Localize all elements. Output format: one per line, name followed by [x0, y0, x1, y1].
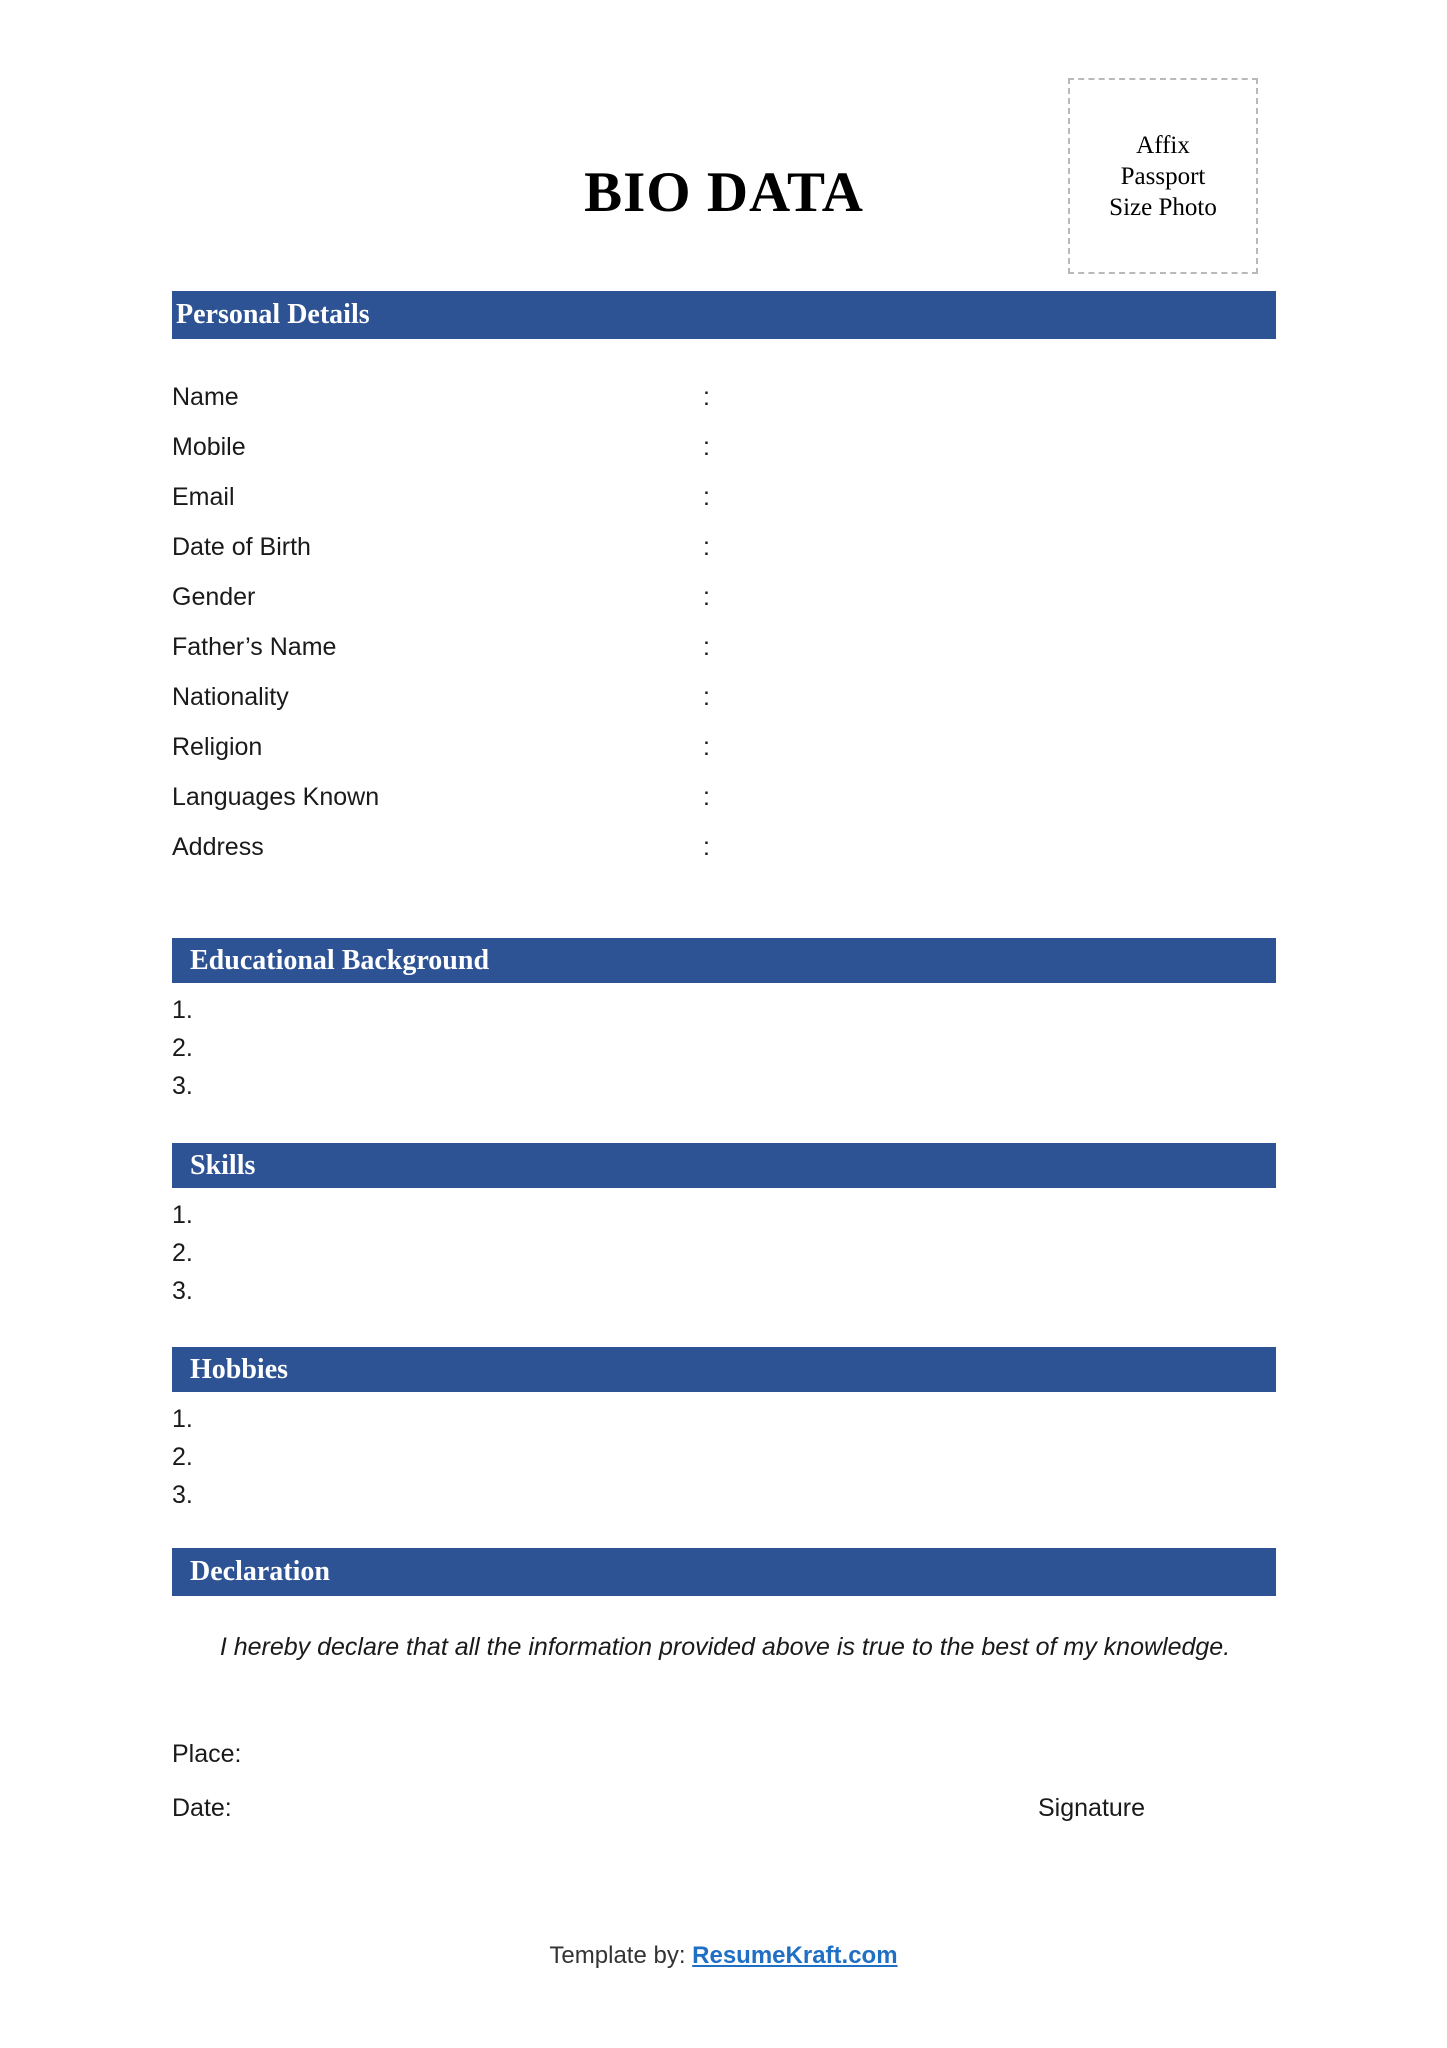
hobbies-list: 1. 2. 3. [172, 1402, 1276, 1516]
photo-line-1: Affix [1136, 131, 1190, 159]
personal-details-field-list: Name : Mobile : Email : Date of Birth : … [172, 380, 1276, 880]
field-label-nationality: Nationality [172, 683, 289, 711]
detail-row-fathers-name: Father’s Name : [172, 630, 1276, 680]
field-label-fathers-name: Father’s Name [172, 633, 337, 661]
photo-line-3: Size Photo [1109, 193, 1217, 221]
field-separator-languages-known: : [703, 783, 710, 811]
list-item[interactable]: 3. [172, 1274, 1276, 1312]
field-separator-nationality: : [703, 683, 710, 711]
list-item-number: 1. [172, 1405, 193, 1433]
field-separator-fathers-name: : [703, 633, 710, 661]
list-item[interactable]: 2. [172, 1031, 1276, 1069]
detail-row-gender: Gender : [172, 580, 1276, 630]
footer-credit: Template by: ResumeKraft.com [0, 1940, 1447, 1972]
signoff-block: Place: Date: Signature [172, 1737, 1276, 1847]
list-item-number: 2. [172, 1034, 193, 1062]
list-item[interactable]: 1. [172, 1198, 1276, 1236]
section-header-hobbies: Hobbies [172, 1347, 1276, 1392]
section-header-skills-label: Skills [190, 1149, 256, 1181]
detail-row-email: Email : [172, 480, 1276, 530]
detail-row-religion: Religion : [172, 730, 1276, 780]
field-separator-religion: : [703, 733, 710, 761]
field-label-date-of-birth: Date of Birth [172, 533, 311, 561]
biodata-page: BIO DATA Affix Passport Size Photo Perso… [0, 0, 1447, 2048]
detail-row-address: Address : [172, 830, 1276, 880]
field-label-religion: Religion [172, 733, 263, 761]
field-label-mobile: Mobile [172, 433, 246, 461]
section-header-hobbies-label: Hobbies [190, 1353, 289, 1385]
field-separator-name: : [703, 383, 710, 411]
list-item[interactable]: 1. [172, 993, 1276, 1031]
section-header-declaration: Declaration [172, 1548, 1276, 1596]
footer-brand-link[interactable]: ResumeKraft.com [692, 1942, 897, 1969]
detail-row-name: Name : [172, 380, 1276, 430]
section-header-personal-details: Personal Details [172, 291, 1276, 339]
declaration-statement: I hereby declare that all the informatio… [219, 1633, 1231, 1661]
educational-background-list: 1. 2. 3. [172, 993, 1276, 1107]
list-item-number: 3. [172, 1072, 193, 1100]
list-item[interactable]: 2. [172, 1440, 1276, 1478]
detail-row-date-of-birth: Date of Birth : [172, 530, 1276, 580]
skills-list: 1. 2. 3. [172, 1198, 1276, 1312]
list-item-number: 3. [172, 1481, 193, 1509]
section-header-declaration-label: Declaration [190, 1556, 330, 1587]
field-separator-gender: : [703, 583, 710, 611]
list-item[interactable]: 1. [172, 1402, 1276, 1440]
list-item[interactable]: 3. [172, 1478, 1276, 1516]
photo-line-2: Passport [1120, 162, 1206, 190]
signature-label[interactable]: Signature [1038, 1791, 1145, 1825]
passport-photo-placeholder[interactable]: Affix Passport Size Photo [1068, 78, 1258, 274]
field-separator-date-of-birth: : [703, 533, 710, 561]
field-separator-address: : [703, 833, 710, 861]
list-item-number: 2. [172, 1239, 193, 1267]
list-item[interactable]: 2. [172, 1236, 1276, 1274]
footer-prefix: Template by: [549, 1942, 693, 1969]
detail-row-languages-known: Languages Known : [172, 780, 1276, 830]
section-header-skills: Skills [172, 1143, 1276, 1188]
section-header-educational-background: Educational Background [172, 938, 1276, 983]
field-label-name: Name [172, 383, 239, 411]
section-header-educational-background-label: Educational Background [190, 944, 490, 976]
detail-row-nationality: Nationality : [172, 680, 1276, 730]
field-label-address: Address [172, 833, 264, 861]
section-header-personal-details-label: Personal Details [176, 299, 370, 330]
place-label[interactable]: Place: [172, 1737, 241, 1771]
field-separator-mobile: : [703, 433, 710, 461]
field-label-email: Email [172, 483, 235, 511]
list-item-number: 1. [172, 996, 193, 1024]
list-item-number: 3. [172, 1277, 193, 1305]
list-item-number: 1. [172, 1201, 193, 1229]
field-separator-email: : [703, 483, 710, 511]
list-item-number: 2. [172, 1443, 193, 1471]
date-label[interactable]: Date: [172, 1791, 232, 1825]
detail-row-mobile: Mobile : [172, 430, 1276, 480]
field-label-languages-known: Languages Known [172, 783, 380, 811]
list-item[interactable]: 3. [172, 1069, 1276, 1107]
document-header: BIO DATA Affix Passport Size Photo [0, 0, 1447, 290]
field-label-gender: Gender [172, 583, 256, 611]
